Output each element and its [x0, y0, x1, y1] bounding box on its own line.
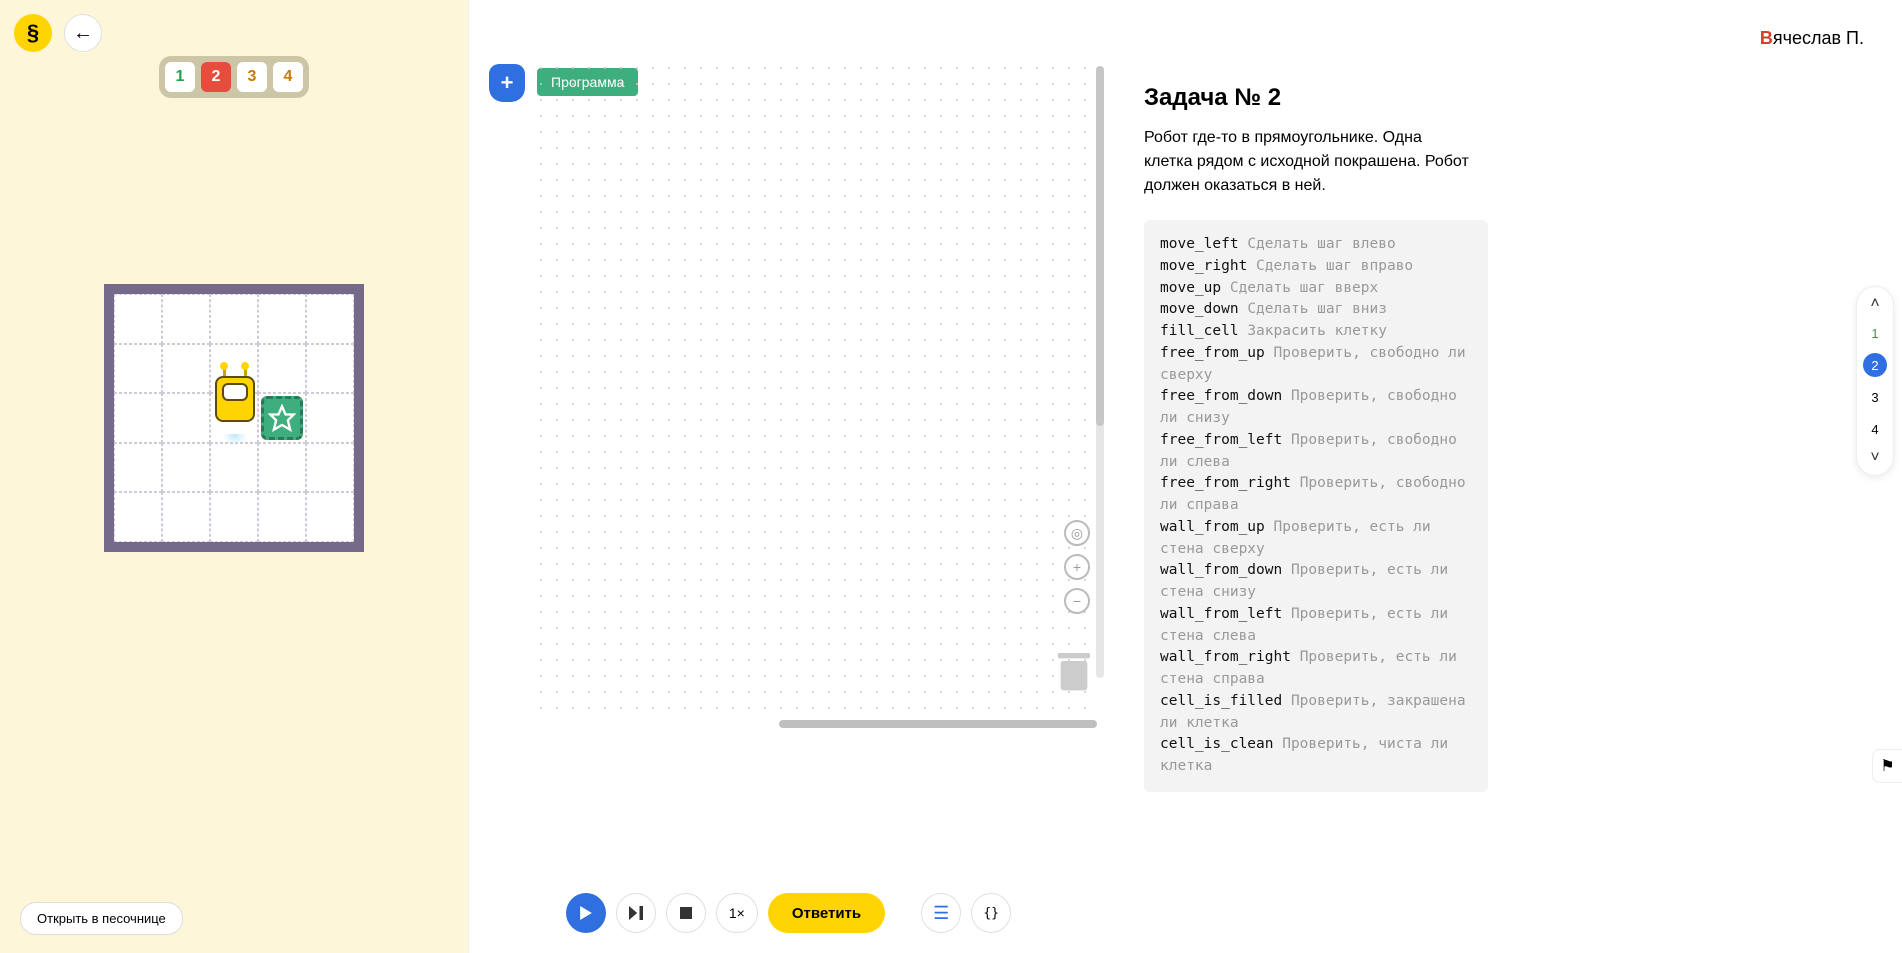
username-rest: ячеслав П.	[1773, 28, 1864, 48]
step-tab-3[interactable]: 3	[237, 62, 267, 92]
command-name: move_right	[1160, 258, 1256, 274]
workspace-panel: + Программа ◎ + − 1× Ответить ☰ {}	[468, 0, 1108, 953]
command-entry: wall_from_right Проверить, есть ли стена…	[1160, 647, 1472, 691]
command-name: wall_from_down	[1160, 562, 1291, 578]
speed-selector[interactable]: 1×	[716, 893, 758, 933]
command-entry: free_from_right Проверить, свободно ли с…	[1160, 473, 1472, 517]
report-button[interactable]: ⚑	[1872, 749, 1902, 783]
zoom-out-button[interactable]: −	[1064, 588, 1090, 614]
play-icon	[579, 906, 593, 920]
command-name: move_down	[1160, 301, 1247, 317]
username-first-char: В	[1760, 28, 1773, 48]
command-name: move_left	[1160, 236, 1247, 252]
zoom-in-button[interactable]: +	[1064, 554, 1090, 580]
code-mode-button[interactable]: {}	[971, 893, 1011, 933]
logo-button[interactable]: §	[14, 14, 52, 52]
nav-down-button[interactable]: ˅	[1870, 449, 1879, 467]
chevron-up-icon: ˄	[1870, 295, 1879, 312]
command-entry: cell_is_clean Проверить, чиста ли клетка	[1160, 734, 1472, 778]
robot-icon	[215, 376, 255, 434]
nav-up-button[interactable]: ˄	[1870, 295, 1879, 313]
arrow-left-icon: ←	[73, 22, 93, 45]
nav-task-4[interactable]: 4	[1863, 417, 1887, 441]
center-view-button[interactable]: ◎	[1064, 520, 1090, 546]
target-cell-icon	[261, 396, 303, 440]
command-entry: move_left Сделать шаг влево	[1160, 234, 1472, 256]
command-entry: wall_from_left Проверить, есть ли стена …	[1160, 604, 1472, 648]
username[interactable]: Вячеслав П.	[1760, 28, 1864, 49]
view-mode-button[interactable]: ☰	[921, 893, 961, 933]
command-hint: Сделать шаг вниз	[1247, 301, 1387, 317]
trash-icon[interactable]	[1058, 653, 1090, 693]
command-entry: free_from_down Проверить, свободно ли сн…	[1160, 386, 1472, 430]
step-tabs: 1 2 3 4	[159, 56, 309, 98]
robot-grid	[104, 284, 364, 552]
command-entry: move_up Сделать шаг вверх	[1160, 278, 1472, 300]
horizontal-scrollbar[interactable]	[779, 720, 1097, 728]
task-description: Робот где-то в прямоугольнике. Одна клет…	[1144, 126, 1474, 198]
commands-reference: move_left Сделать шаг влевоmove_right Сд…	[1144, 220, 1488, 792]
vertical-scrollbar[interactable]	[1096, 66, 1104, 678]
minus-icon: −	[1073, 593, 1081, 609]
step-tab-4[interactable]: 4	[273, 62, 303, 92]
command-hint: Закрасить клетку	[1247, 323, 1387, 339]
stop-icon	[680, 907, 692, 919]
stop-button[interactable]	[666, 893, 706, 933]
add-block-button[interactable]: +	[489, 64, 525, 102]
task-panel: Вячеслав П. Задача № 2 Робот где-то в пр…	[1108, 0, 1902, 953]
command-hint: Сделать шаг вверх	[1230, 280, 1378, 296]
chevron-down-icon: ˅	[1870, 449, 1879, 466]
target-icon: ◎	[1071, 525, 1083, 542]
command-entry: move_right Сделать шаг вправо	[1160, 256, 1472, 278]
command-entry: wall_from_down Проверить, есть ли стена …	[1160, 560, 1472, 604]
answer-button[interactable]: Ответить	[768, 893, 885, 933]
play-button[interactable]	[566, 893, 606, 933]
pan-controls: ◎ + −	[1064, 520, 1090, 614]
side-task-nav: ˄ 1 2 3 4 ˅	[1856, 286, 1894, 476]
command-name: free_from_down	[1160, 388, 1291, 404]
command-name: cell_is_filled	[1160, 693, 1291, 709]
list-icon: ☰	[933, 903, 949, 924]
command-name: wall_from_left	[1160, 606, 1291, 622]
block-workspace[interactable]	[533, 60, 1095, 710]
plus-icon: +	[501, 70, 514, 96]
step-tab-1[interactable]: 1	[165, 62, 195, 92]
nav-task-3[interactable]: 3	[1863, 385, 1887, 409]
command-name: free_from_up	[1160, 345, 1274, 361]
open-sandbox-button[interactable]: Открыть в песочнице	[20, 902, 183, 935]
back-button[interactable]: ←	[64, 14, 102, 52]
command-name: free_from_right	[1160, 475, 1300, 491]
command-name: free_from_left	[1160, 432, 1291, 448]
command-entry: fill_cell Закрасить клетку	[1160, 321, 1472, 343]
command-name: move_up	[1160, 280, 1230, 296]
command-hint: Сделать шаг влево	[1247, 236, 1395, 252]
step-button[interactable]	[616, 893, 656, 933]
command-entry: free_from_up Проверить, свободно ли свер…	[1160, 343, 1472, 387]
command-hint: Сделать шаг вправо	[1256, 258, 1413, 274]
nav-task-2[interactable]: 2	[1863, 353, 1887, 377]
nav-task-1[interactable]: 1	[1863, 321, 1887, 345]
task-title: Задача № 2	[1144, 84, 1866, 112]
left-panel: § ← 1 2 3 4	[0, 0, 468, 953]
command-name: wall_from_right	[1160, 649, 1300, 665]
command-entry: move_down Сделать шаг вниз	[1160, 299, 1472, 321]
plus-icon: +	[1073, 559, 1081, 575]
command-name: cell_is_clean	[1160, 736, 1282, 752]
command-name: fill_cell	[1160, 323, 1247, 339]
flag-icon: ⚑	[1880, 756, 1894, 776]
braces-icon: {}	[983, 906, 999, 921]
command-name: wall_from_up	[1160, 519, 1274, 535]
step-tab-2[interactable]: 2	[201, 62, 231, 92]
logo-glyph: §	[27, 20, 39, 46]
command-entry: wall_from_up Проверить, есть ли стена св…	[1160, 517, 1472, 561]
step-forward-icon	[629, 906, 643, 920]
command-entry: free_from_left Проверить, свободно ли сл…	[1160, 430, 1472, 474]
command-entry: cell_is_filled Проверить, закрашена ли к…	[1160, 691, 1472, 735]
controls-bar: 1× Ответить ☰ {}	[469, 873, 1108, 953]
